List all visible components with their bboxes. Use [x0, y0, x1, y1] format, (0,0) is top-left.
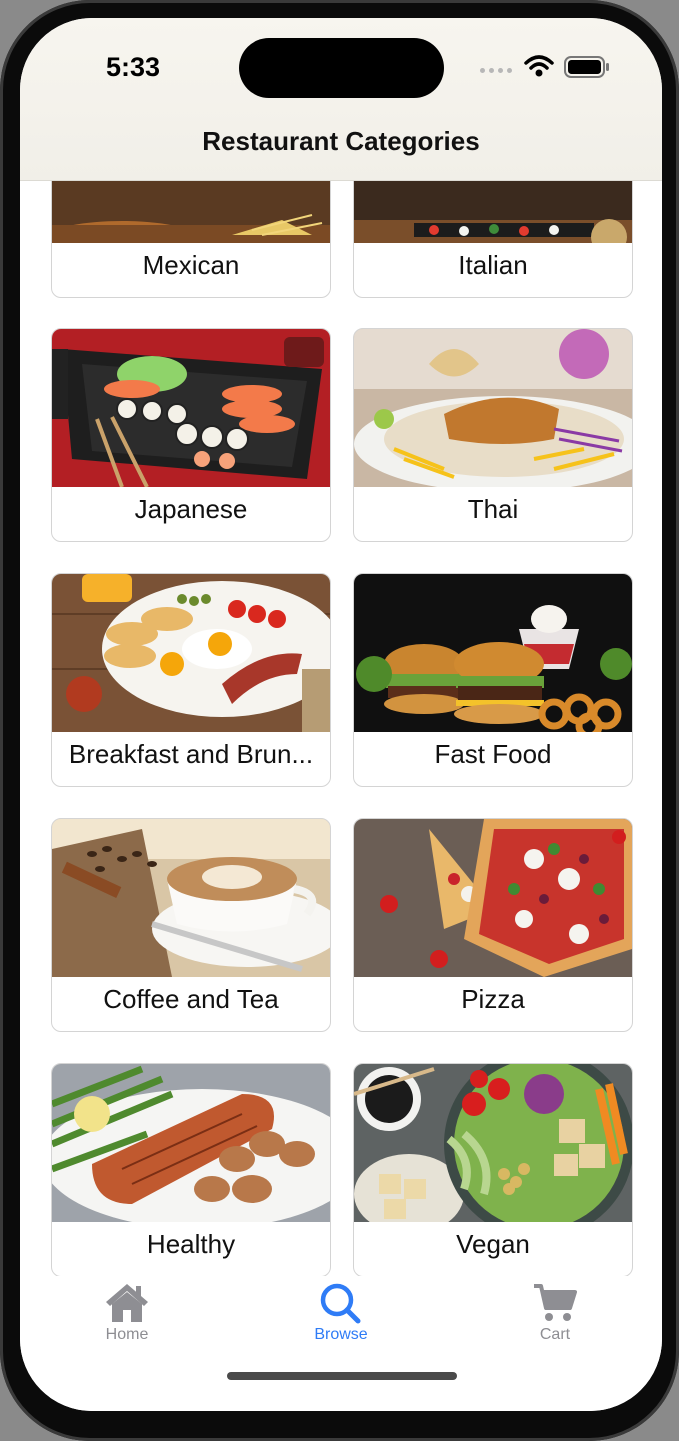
- healthy-food-photo: [52, 1064, 330, 1222]
- japanese-food-photo: [52, 329, 330, 487]
- magnifier-icon: [320, 1283, 361, 1324]
- category-card-japanese[interactable]: Japanese: [51, 328, 331, 542]
- category-card-fast-food[interactable]: Fast Food: [353, 573, 633, 787]
- house-icon: [106, 1284, 148, 1322]
- category-card-vegan[interactable]: Vegan: [353, 1063, 633, 1277]
- category-card-coffee-tea[interactable]: Coffee and Tea: [51, 818, 331, 1032]
- home-indicator[interactable]: [227, 1372, 457, 1380]
- page-title: Restaurant Categories: [202, 126, 480, 156]
- category-card-thai[interactable]: Thai: [353, 328, 633, 542]
- category-card-breakfast[interactable]: Breakfast and Brun...: [51, 573, 331, 787]
- category-label: Coffee and Tea: [103, 984, 279, 1014]
- category-label: Breakfast and Brun...: [68, 739, 314, 769]
- category-card-pizza[interactable]: Pizza: [353, 818, 633, 1032]
- category-label: Fast Food: [434, 739, 552, 769]
- category-grid[interactable]: Mexican Italian Japanese Thai Breakfast …: [51, 18, 633, 1277]
- category-card-healthy[interactable]: Healthy: [51, 1063, 331, 1277]
- category-label: Italian: [458, 250, 528, 280]
- status-time: 5:33: [106, 52, 161, 82]
- coffee-tea-photo: [52, 819, 330, 977]
- dynamic-island: [239, 38, 444, 98]
- category-label: Vegan: [456, 1229, 530, 1259]
- thai-food-photo: [354, 329, 632, 487]
- navigation-bar: 5:33 Restaurant Categories: [20, 18, 662, 181]
- category-label: Japanese: [134, 494, 248, 524]
- app-screen: Mexican Italian Japanese Thai Breakfast …: [20, 18, 662, 1411]
- category-label: Healthy: [146, 1229, 236, 1259]
- fast-food-photo: [354, 574, 632, 732]
- cellular-signal-icon: [480, 68, 512, 73]
- category-label: Thai: [467, 494, 519, 524]
- category-label: Pizza: [461, 984, 525, 1014]
- battery-icon: [564, 56, 609, 78]
- tab-home-label: Home: [105, 1326, 149, 1343]
- tab-browse-label: Browse: [314, 1326, 368, 1343]
- tab-cart[interactable]: Cart: [495, 1282, 615, 1344]
- wifi-icon: [524, 55, 554, 77]
- pizza-photo: [354, 819, 632, 977]
- category-label: Mexican: [142, 250, 240, 280]
- tab-browse[interactable]: Browse: [281, 1282, 401, 1344]
- cart-icon: [534, 1284, 577, 1321]
- vegan-food-photo: [354, 1064, 632, 1222]
- breakfast-food-photo: [52, 574, 330, 732]
- tab-bar: Home Browse Cart: [20, 1276, 662, 1411]
- tab-home[interactable]: Home: [67, 1282, 187, 1344]
- tab-cart-label: Cart: [539, 1326, 571, 1343]
